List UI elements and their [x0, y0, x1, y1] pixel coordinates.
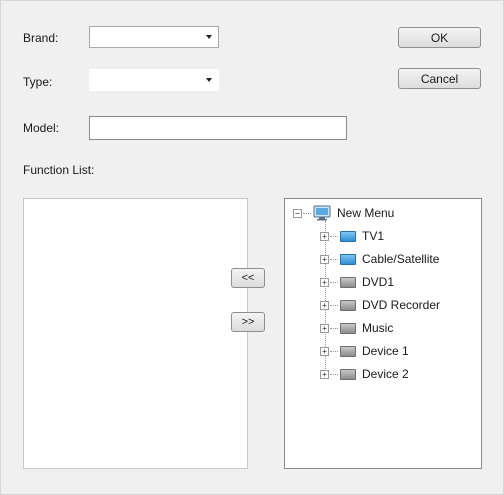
device-icon	[340, 368, 356, 380]
tree-connector	[330, 258, 338, 260]
tree-node-label: DVD Recorder	[362, 298, 441, 312]
brand-dropdown[interactable]	[89, 26, 219, 48]
tree-node-label: DVD1	[362, 275, 395, 289]
tree-node-label: Device 2	[362, 367, 409, 381]
tree-node-tv1[interactable]: + TV1	[320, 227, 384, 245]
tree-connector	[330, 327, 338, 329]
type-label: Type:	[23, 75, 53, 89]
function-list[interactable]	[23, 198, 248, 469]
model-input[interactable]	[89, 116, 347, 140]
model-label: Model:	[23, 121, 60, 135]
tree-connector	[303, 212, 311, 214]
move-right-button[interactable]: >>	[231, 312, 265, 332]
tree-node-cable-satellite[interactable]: + Cable/Satellite	[320, 250, 439, 268]
chevron-down-icon[interactable]	[199, 70, 218, 90]
expand-icon[interactable]: +	[320, 369, 329, 379]
tree-connector	[330, 281, 338, 283]
tree-connector	[330, 304, 338, 306]
expand-icon[interactable]: +	[320, 323, 329, 333]
move-left-button[interactable]: <<	[231, 268, 265, 288]
tree-node-device-1[interactable]: + Device 1	[320, 342, 409, 360]
device-icon	[340, 276, 356, 288]
monitor-icon	[313, 205, 331, 221]
tree-connector	[330, 235, 338, 237]
tree-node-dvd-recorder[interactable]: + DVD Recorder	[320, 296, 440, 314]
device-icon	[340, 230, 356, 242]
cancel-button[interactable]: Cancel	[398, 68, 481, 89]
tree-node-device-2[interactable]: + Device 2	[320, 365, 409, 383]
chevron-down-icon[interactable]	[199, 27, 218, 47]
tree-connector	[330, 373, 338, 375]
expand-icon[interactable]: +	[320, 277, 329, 287]
brand-label: Brand:	[23, 31, 59, 45]
device-icon	[340, 322, 356, 334]
ok-button[interactable]: OK	[398, 27, 481, 48]
tree-node-label: TV1	[362, 229, 385, 243]
tree-node-label: New Menu	[337, 206, 395, 220]
expand-icon[interactable]: +	[320, 346, 329, 356]
tree-connector	[330, 350, 338, 352]
menu-tree[interactable]: − New Menu + TV1 + Cable/Satellite + DVD…	[284, 198, 482, 469]
tree-node-dvd1[interactable]: + DVD1	[320, 273, 394, 291]
tree-node-root[interactable]: − New Menu	[293, 204, 394, 222]
tree-node-label: Music	[362, 321, 394, 335]
tree-node-label: Device 1	[362, 344, 409, 358]
device-icon	[340, 299, 356, 311]
collapse-icon[interactable]: −	[293, 208, 302, 218]
tree-node-music[interactable]: + Music	[320, 319, 393, 337]
device-icon	[340, 345, 356, 357]
expand-icon[interactable]: +	[320, 300, 329, 310]
tree-node-label: Cable/Satellite	[362, 252, 440, 266]
expand-icon[interactable]: +	[320, 231, 329, 241]
device-dialog: Brand: OK Type: Cancel Model: Function L…	[0, 0, 504, 495]
function-list-label: Function List:	[23, 163, 95, 177]
device-icon	[340, 253, 356, 265]
expand-icon[interactable]: +	[320, 254, 329, 264]
type-dropdown[interactable]	[89, 69, 219, 91]
